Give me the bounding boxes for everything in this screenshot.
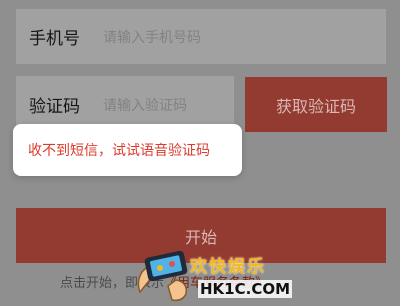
phone-field[interactable]: 手机号 请输入手机号码	[16, 9, 386, 64]
phone-input[interactable]: 请输入手机号码	[103, 27, 201, 47]
watermark-title: 欢快娱乐	[190, 257, 266, 277]
watermark-logo: 欢快娱乐 HK1C.COM	[132, 242, 293, 306]
voice-code-popup[interactable]: 收不到短信，试试语音验证码	[13, 124, 242, 176]
voice-code-link[interactable]: 收不到短信，试试语音验证码	[28, 140, 210, 160]
code-input[interactable]: 请输入验证码	[103, 95, 187, 115]
phone-label: 手机号	[29, 29, 80, 49]
hand-phone-icon	[137, 250, 188, 302]
watermark-domain: HK1C.COM	[198, 280, 293, 298]
code-label: 验证码	[29, 97, 80, 117]
get-code-button[interactable]: 获取验证码	[245, 77, 387, 132]
